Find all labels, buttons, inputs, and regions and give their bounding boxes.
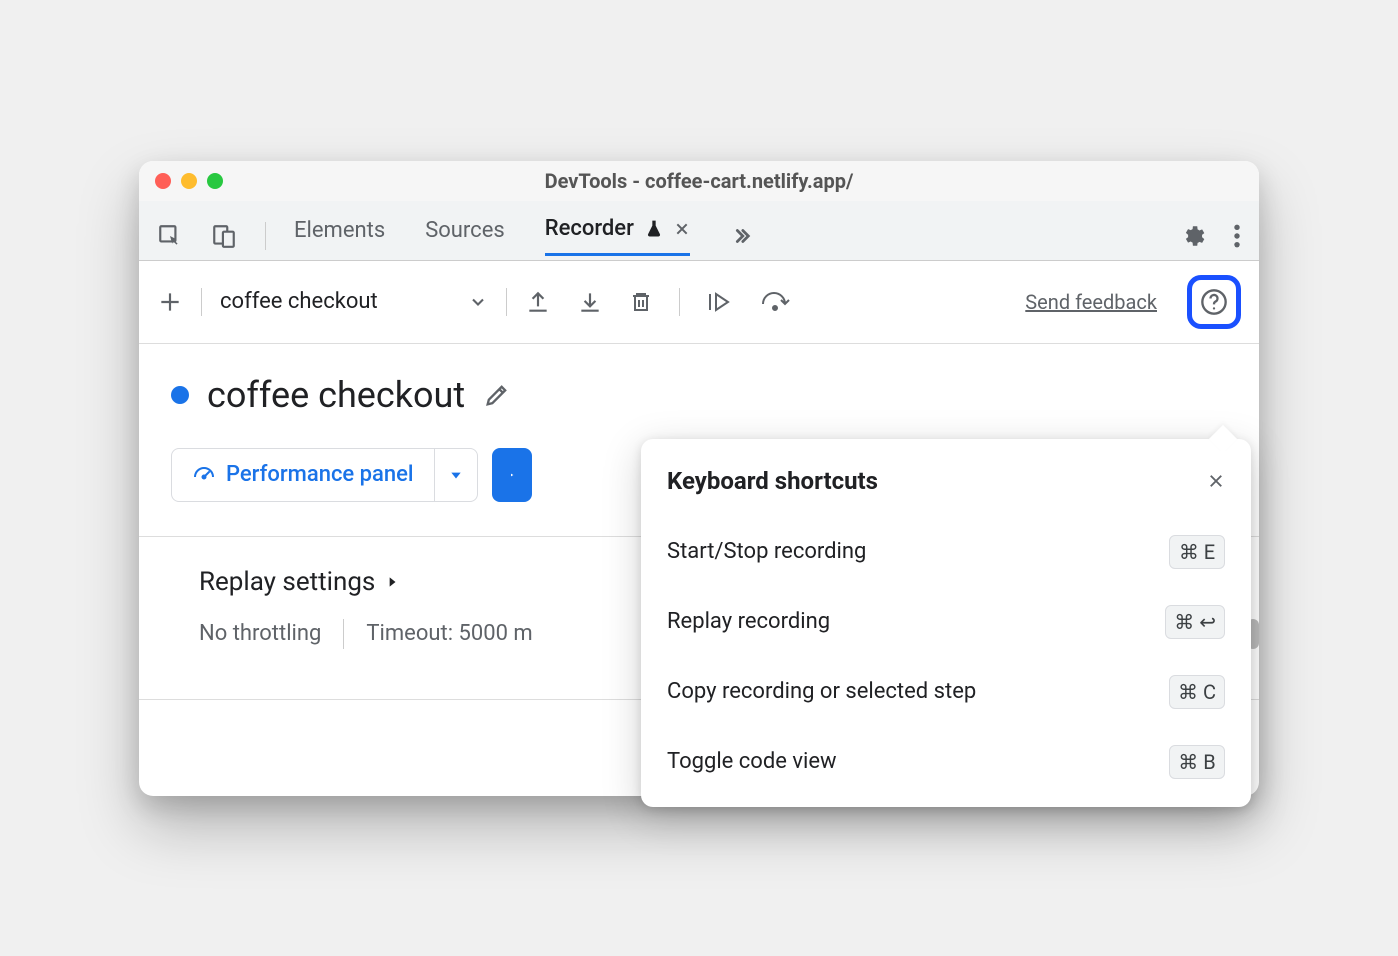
shortcut-label: Replay recording [667, 609, 830, 634]
shortcut-label: Start/Stop recording [667, 539, 866, 564]
devtools-toolbar: Elements Sources Recorder [139, 201, 1259, 261]
flask-icon [644, 219, 664, 239]
step-icon[interactable] [706, 289, 734, 315]
tab-sources[interactable]: Sources [425, 218, 505, 255]
performance-panel-button[interactable]: Performance panel [171, 448, 478, 502]
caret-right-icon [385, 573, 399, 591]
divider [343, 619, 344, 649]
perf-panel-label: Performance panel [226, 462, 414, 487]
tab-label: Recorder [545, 216, 634, 241]
help-button[interactable] [1187, 275, 1241, 329]
popover-title: Keyboard shortcuts [667, 467, 878, 495]
add-recording-icon[interactable] [157, 289, 183, 315]
window-title: DevTools - coffee-cart.netlify.app/ [139, 169, 1259, 193]
shortcut-label: Toggle code view [667, 749, 837, 774]
export-icon[interactable] [525, 289, 551, 315]
keycap: ⌘ B [1169, 745, 1225, 779]
recording-selector[interactable]: coffee checkout [220, 289, 488, 314]
settings-icon[interactable] [1181, 223, 1207, 249]
divider [265, 222, 266, 250]
device-toggle-icon[interactable] [211, 223, 237, 249]
close-tab-icon[interactable] [674, 221, 690, 237]
more-tabs-icon[interactable] [730, 225, 752, 247]
recording-title-row: coffee checkout [171, 374, 1227, 416]
throttling-value: No throttling [199, 621, 321, 646]
replay-button[interactable] [492, 448, 532, 502]
send-feedback-link[interactable]: Send feedback [1025, 290, 1157, 314]
shortcut-row: Toggle code view ⌘ B [667, 745, 1225, 779]
titlebar: DevTools - coffee-cart.netlify.app/ [139, 161, 1259, 201]
shortcut-row: Copy recording or selected step ⌘ C [667, 675, 1225, 709]
shortcut-label: Copy recording or selected step [667, 679, 976, 704]
close-icon[interactable] [1207, 472, 1225, 490]
divider [201, 288, 202, 316]
delete-icon[interactable] [629, 289, 653, 315]
inspect-element-icon[interactable] [157, 223, 183, 249]
keycap: ⌘ E [1169, 535, 1225, 569]
recording-name-label: coffee checkout [220, 289, 378, 314]
tab-elements[interactable]: Elements [294, 218, 385, 255]
replay-settings-label: Replay settings [199, 567, 375, 597]
shortcut-row: Replay recording ⌘ ↩ [667, 605, 1225, 639]
recording-title: coffee checkout [207, 374, 465, 416]
divider [679, 288, 680, 316]
devtools-window: DevTools - coffee-cart.netlify.app/ Elem… [139, 161, 1259, 796]
shortcuts-popover: Keyboard shortcuts Start/Stop recording … [641, 439, 1251, 807]
panel-tabs: Elements Sources Recorder [294, 216, 1153, 256]
status-dot [171, 386, 189, 404]
pencil-icon[interactable] [483, 381, 511, 409]
tab-recorder[interactable]: Recorder [545, 216, 690, 256]
step-over-icon[interactable] [760, 290, 792, 314]
timeout-value: Timeout: 5000 m [366, 621, 532, 646]
gauge-icon [192, 463, 216, 487]
import-icon[interactable] [577, 289, 603, 315]
perf-panel-dropdown[interactable] [434, 449, 477, 501]
recorder-toolbar: coffee checkout Send feedback [139, 261, 1259, 344]
shortcut-row: Start/Stop recording ⌘ E [667, 535, 1225, 569]
divider [506, 288, 507, 316]
kebab-menu-icon[interactable] [1233, 223, 1241, 249]
tab-label: Elements [294, 218, 385, 243]
keycap: ⌘ C [1169, 675, 1225, 709]
tab-label: Sources [425, 218, 505, 243]
chevron-down-icon [468, 292, 488, 312]
keycap: ⌘ ↩ [1165, 605, 1225, 639]
